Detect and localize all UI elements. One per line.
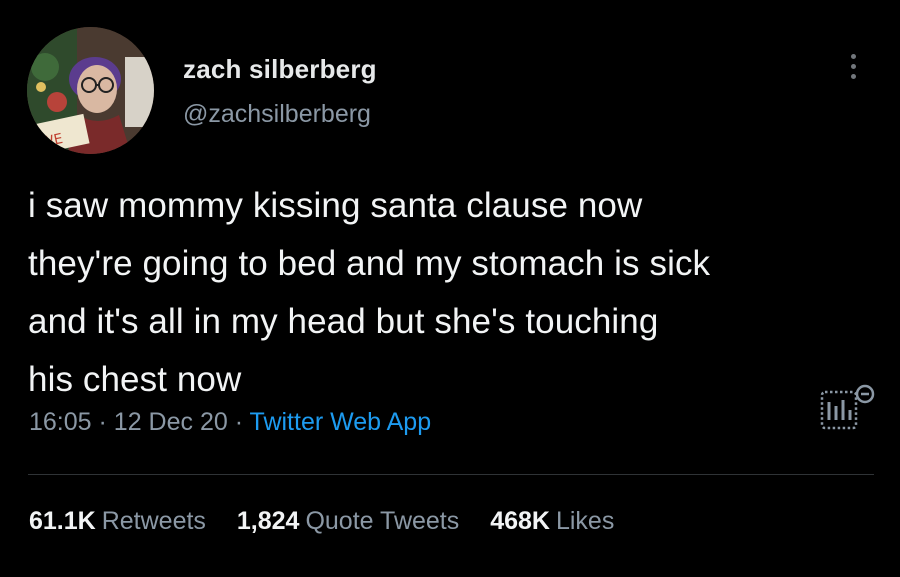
meta-separator: · — [234, 408, 250, 436]
engagement-stats: 61.1K Retweets 1,824 Quote Tweets 468K Like… — [29, 507, 638, 536]
tweet-date[interactable]: 12 Dec 20 — [114, 408, 228, 436]
avatar-image: WE — [27, 27, 154, 154]
quote-tweets-label: Quote Tweets — [305, 507, 460, 535]
user-handle[interactable]: @zachsilberberg — [183, 100, 371, 129]
analytics-icon[interactable] — [815, 380, 877, 436]
more-vertical-icon — [850, 63, 856, 69]
tweet-text: i saw mommy kissing santa clause now the… — [28, 177, 878, 409]
likes-count: 468K — [490, 507, 550, 535]
meta-separator: · — [98, 408, 114, 436]
divider — [28, 474, 874, 475]
tweet-meta: 16:05 · 12 Dec 20 · Twitter Web App — [29, 408, 431, 437]
retweets-stat[interactable]: 61.1K Retweets — [29, 507, 206, 536]
more-vertical-icon — [850, 53, 856, 59]
tweet-text-line: his chest now — [28, 360, 242, 399]
tweet-text-line: they're going to bed and my stomach is s… — [28, 244, 711, 283]
tweet-card: WE zach silberberg @zachsilberberg i saw… — [0, 0, 900, 577]
tweet-text-line: i saw mommy kissing santa clause now — [28, 186, 643, 225]
quote-tweets-stat[interactable]: 1,824 Quote Tweets — [237, 507, 459, 536]
retweets-label: Retweets — [101, 507, 206, 535]
more-vertical-icon — [850, 73, 856, 79]
quote-tweets-count: 1,824 — [236, 507, 300, 535]
svg-text:WE: WE — [39, 131, 65, 151]
more-options-button[interactable] — [836, 48, 870, 84]
tweet-time[interactable]: 16:05 — [29, 408, 92, 436]
display-name[interactable]: zach silberberg — [183, 54, 377, 85]
tweet-text-line: and it's all in my head but she's touchi… — [28, 302, 659, 341]
retweets-count: 61.1K — [29, 507, 96, 535]
likes-label: Likes — [555, 507, 615, 535]
tweet-source-link[interactable]: Twitter Web App — [250, 408, 432, 436]
avatar[interactable]: WE — [27, 27, 154, 154]
likes-stat[interactable]: 468K Likes — [490, 507, 614, 536]
